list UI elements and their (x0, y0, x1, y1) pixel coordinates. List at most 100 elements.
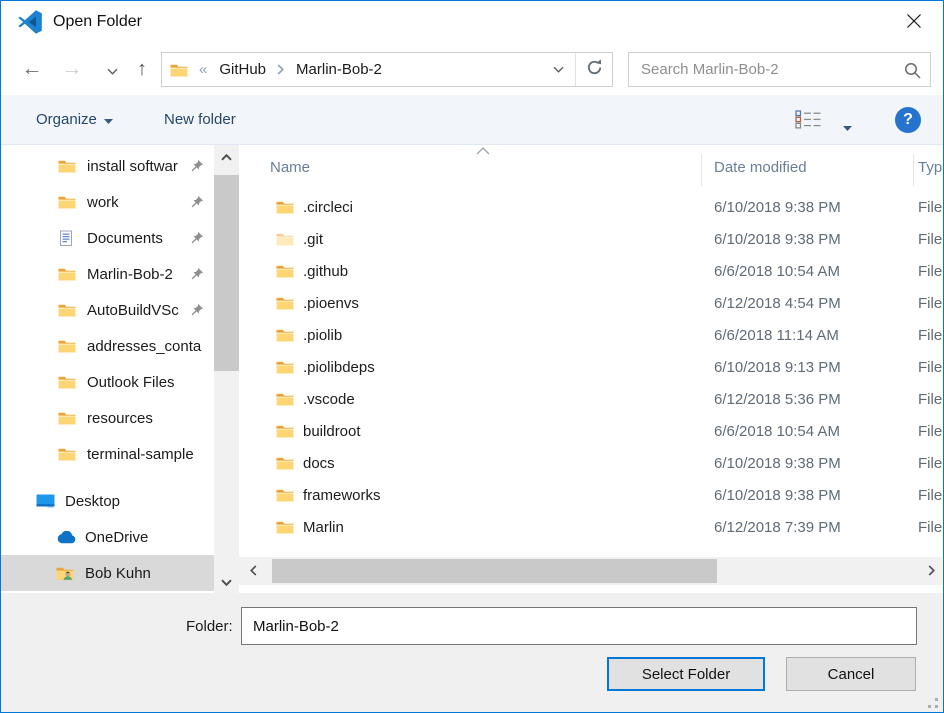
organize-button[interactable]: Organize (36, 95, 113, 144)
breadcrumb-item-github[interactable]: GitHub (219, 61, 266, 78)
breadcrumb-item-marlin-bob-2[interactable]: Marlin-Bob-2 (296, 61, 382, 78)
column-separator[interactable] (701, 154, 702, 186)
file-row-marlin[interactable]: Marlin6/12/2018 7:39 PMFile (239, 511, 943, 543)
forward-button[interactable]: → (55, 43, 89, 95)
scroll-right-button[interactable] (920, 557, 942, 585)
sidebar-item-label: resources (87, 410, 214, 427)
folder-label: Folder: (186, 618, 233, 635)
view-options-button[interactable] (795, 110, 823, 133)
help-button[interactable]: ? (895, 107, 921, 133)
sidebar-item-addresses-conta[interactable]: addresses_conta (1, 328, 214, 364)
new-folder-label: New folder (164, 111, 236, 128)
file-name: docs (303, 455, 335, 472)
sidebar-item-documents[interactable]: Documents (1, 220, 214, 256)
up-button[interactable]: ↑ (125, 43, 159, 95)
folder-icon (58, 159, 78, 173)
file-row--vscode[interactable]: .vscode6/12/2018 5:36 PMFile (239, 383, 943, 415)
file-name: .pioenvs (303, 295, 359, 312)
dialog-content: install softwarworkDocumentsMarlin-Bob-2… (1, 145, 943, 593)
file-row--pioenvs[interactable]: .pioenvs6/12/2018 4:54 PMFile (239, 287, 943, 319)
folder-icon (276, 264, 294, 278)
file-name: .piolib (303, 327, 342, 344)
sidebar-item-bob-kuhn[interactable]: Bob Kuhn (1, 555, 214, 591)
sidebar-item-autobuildvsc[interactable]: AutoBuildVSc (1, 292, 214, 328)
folder-icon (276, 456, 294, 470)
sidebar-item-desktop[interactable]: Desktop (1, 483, 214, 519)
file-row--piolib[interactable]: .piolib 6/6/2018 11:14 AM File (239, 319, 943, 351)
search-input[interactable] (629, 53, 898, 86)
sidebar-tree-group: Desktop OneDriveBob Kuhn (1, 483, 214, 591)
file-date-modified: 6/6/2018 10:54 AM (714, 423, 840, 440)
file-type: File (918, 199, 942, 216)
file-list-header: Name Date modified Typ (239, 145, 943, 191)
address-bar[interactable]: « GitHub Marlin-Bob-2 (161, 52, 613, 87)
column-header-type[interactable]: Typ (918, 145, 942, 191)
folder-icon (276, 520, 294, 534)
folder-icon (58, 267, 78, 281)
sidebar-item-label: Desktop (65, 493, 214, 510)
folder-icon (276, 328, 294, 342)
resize-grip[interactable] (928, 698, 938, 708)
sidebar-item-terminal-sample[interactable]: terminal-sample (1, 436, 214, 472)
view-options-caret-button[interactable] (843, 118, 852, 135)
folder-icon (276, 392, 294, 406)
select-folder-button[interactable]: Select Folder (607, 657, 765, 691)
sidebar-item-resources[interactable]: resources (1, 400, 214, 436)
breadcrumb-overflow-chevrons[interactable]: « (199, 61, 207, 78)
address-dropdown-button[interactable] (553, 66, 564, 73)
sidebar-item-label: terminal-sample (87, 446, 214, 463)
scroll-left-button[interactable] (242, 557, 264, 585)
file-date-modified: 6/12/2018 4:54 PM (714, 295, 841, 312)
file-row--github[interactable]: .github6/6/2018 10:54 AMFile (239, 255, 943, 287)
file-date-modified: 6/6/2018 10:54 AM (714, 263, 840, 280)
column-header-date-modified[interactable]: Date modified (714, 145, 807, 191)
search-icon[interactable] (903, 61, 922, 80)
scroll-down-button[interactable] (214, 572, 239, 591)
column-header-name[interactable]: Name (270, 145, 310, 191)
horizontal-scrollbar-thumb[interactable] (272, 559, 717, 583)
folder-icon (58, 303, 78, 317)
file-name: .piolibdeps (303, 359, 375, 376)
sidebar-scrollbar[interactable] (214, 145, 239, 593)
file-type: File (918, 519, 942, 536)
file-row-frameworks[interactable]: frameworks6/10/2018 9:38 PMFile (239, 479, 943, 511)
file-type: File (918, 327, 942, 344)
desktop-icon (36, 493, 56, 509)
recent-locations-button[interactable] (95, 43, 129, 95)
file-type: File (918, 231, 942, 248)
cancel-button[interactable]: Cancel (786, 657, 916, 691)
sidebar-quick-access-group: install softwarworkDocumentsMarlin-Bob-2… (1, 148, 214, 472)
file-date-modified: 6/6/2018 11:14 AM (714, 327, 839, 344)
new-folder-button[interactable]: New folder (164, 95, 236, 144)
refresh-button[interactable] (576, 53, 612, 86)
file-row--piolibdeps[interactable]: .piolibdeps6/10/2018 9:13 PMFile (239, 351, 943, 383)
scroll-up-button[interactable] (214, 147, 239, 166)
file-row-buildroot[interactable]: buildroot6/6/2018 10:54 AMFile (239, 415, 943, 447)
folder-icon (276, 424, 294, 438)
close-button[interactable] (900, 11, 928, 35)
file-type: File (918, 263, 942, 280)
sidebar-item-outlook-files[interactable]: Outlook Files (1, 364, 214, 400)
sidebar-item-work[interactable]: work (1, 184, 214, 220)
horizontal-scrollbar[interactable] (239, 557, 942, 585)
column-separator[interactable] (913, 154, 914, 186)
forward-arrow-icon: → (62, 57, 83, 81)
sidebar-item-marlin-bob-2[interactable]: Marlin-Bob-2 (1, 256, 214, 292)
back-button[interactable]: ← (15, 43, 49, 95)
file-date-modified: 6/12/2018 7:39 PM (714, 519, 841, 536)
open-folder-dialog: Open Folder ← → ↑ « GitHub Marlin-Bob-2 (0, 0, 944, 713)
chevron-down-icon (107, 57, 118, 81)
sidebar-item-label: Outlook Files (87, 374, 214, 391)
caret-down-icon (843, 118, 852, 135)
chevron-up-icon (221, 148, 232, 165)
file-row-docs[interactable]: docs6/10/2018 9:38 PMFile (239, 447, 943, 479)
question-icon: ? (903, 111, 913, 129)
sidebar-item-install-softwar[interactable]: install softwar (1, 148, 214, 184)
address-folder-icon (170, 63, 188, 77)
window-title: Open Folder (53, 1, 142, 43)
sidebar-scrollbar-thumb[interactable] (214, 175, 239, 371)
file-row--circleci[interactable]: .circleci6/10/2018 9:38 PMFile (239, 191, 943, 223)
folder-name-input[interactable] (241, 607, 917, 645)
sidebar-item-onedrive[interactable]: OneDrive (1, 519, 214, 555)
file-row--git[interactable]: .git6/10/2018 9:38 PMFile (239, 223, 943, 255)
